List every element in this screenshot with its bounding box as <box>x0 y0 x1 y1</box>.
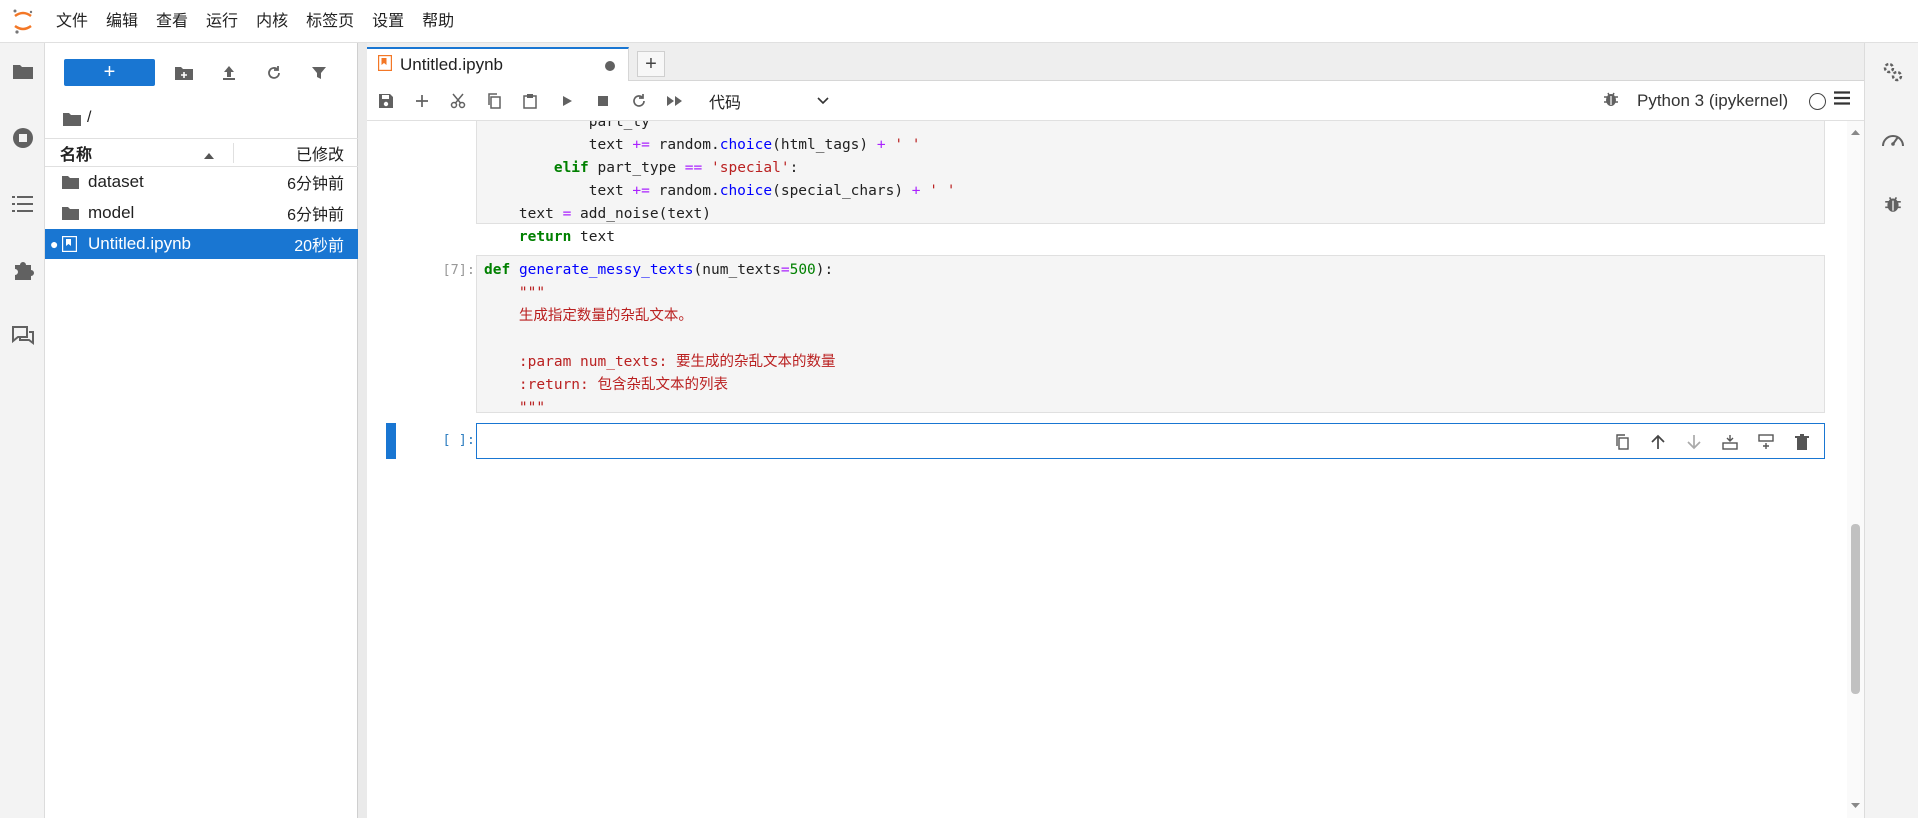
unsaved-dot-icon[interactable] <box>605 61 615 71</box>
menu-settings[interactable]: 设置 <box>363 0 413 43</box>
file-browser: + / 名称 已修改 dataset 6分钟前 model 6分钟前 <box>45 43 358 818</box>
active-cell-marker <box>386 423 396 459</box>
insert-cell-icon[interactable] <box>410 89 434 113</box>
file-modified: 20秒前 <box>294 232 344 256</box>
property-inspector-gears-icon[interactable] <box>1880 59 1906 85</box>
cell-toolbar <box>1610 430 1814 454</box>
code-cell[interactable]: def generate_messy_texts(num_texts=500):… <box>476 255 1825 413</box>
code-editor[interactable]: part_ty text += random.choice(html_tags)… <box>477 121 1824 249</box>
breadcrumb[interactable]: / <box>63 103 91 133</box>
file-browser-toolbar: + <box>45 43 358 103</box>
running-dot-icon: ● <box>50 236 58 252</box>
cell-prompt: [7]: <box>423 262 475 278</box>
active-code-cell[interactable] <box>476 423 1825 459</box>
code-cell[interactable]: part_ty text += random.choice(html_tags)… <box>476 121 1825 224</box>
main-area: Untitled.ipynb + <box>367 43 1864 818</box>
add-tab-label: + <box>645 53 657 76</box>
file-modified: 6分钟前 <box>287 201 344 225</box>
menu-edit[interactable]: 编辑 <box>97 0 147 43</box>
menu-view[interactable]: 查看 <box>147 0 197 43</box>
cell-type-value: 代码 <box>709 89 741 113</box>
table-of-contents-icon[interactable] <box>10 191 36 217</box>
jupyter-logo-icon[interactable] <box>0 0 46 43</box>
new-folder-icon[interactable] <box>171 59 197 86</box>
stop-icon[interactable] <box>591 89 615 113</box>
run-icon[interactable] <box>555 89 579 113</box>
menu-tabs[interactable]: 标签页 <box>297 0 363 43</box>
save-icon[interactable] <box>374 89 398 113</box>
delete-cell-icon[interactable] <box>1790 430 1814 454</box>
menu-help[interactable]: 帮助 <box>413 0 463 43</box>
file-name: Untitled.ipynb <box>88 234 191 254</box>
code-editor[interactable]: def generate_messy_texts(num_texts=500):… <box>477 259 1824 443</box>
extension-puzzle-icon[interactable] <box>10 257 36 283</box>
scrollbar-thumb[interactable] <box>1851 524 1860 694</box>
kernel-status-icon[interactable] <box>1809 93 1826 110</box>
notebook-content: part_ty text += random.choice(html_tags)… <box>367 121 1864 818</box>
scroll-down-icon[interactable] <box>1847 800 1864 812</box>
menu-kernel[interactable]: 内核 <box>247 0 297 43</box>
running-stop-icon[interactable] <box>10 125 36 151</box>
sort-ascending-icon[interactable] <box>203 147 215 165</box>
file-row-dataset[interactable]: dataset 6分钟前 <box>45 167 358 197</box>
file-modified: 6分钟前 <box>287 170 344 194</box>
menu-file[interactable]: 文件 <box>46 0 97 43</box>
file-name: dataset <box>88 172 144 192</box>
folder-icon <box>62 174 79 194</box>
menu-bar: 文件 编辑 查看 运行 内核 标签页 设置 帮助 <box>0 0 1918 43</box>
column-modified-header[interactable]: 已修改 <box>296 141 344 165</box>
move-up-icon[interactable] <box>1646 430 1670 454</box>
notebook-toolbar: 代码 Python 3 (ipykernel) <box>367 81 1864 121</box>
tab-bar: Untitled.ipynb + <box>367 43 1864 81</box>
breadcrumb-path[interactable]: / <box>87 109 91 127</box>
tab-untitled-ipynb[interactable]: Untitled.ipynb <box>367 47 629 81</box>
column-name-header[interactable]: 名称 <box>60 141 92 165</box>
notebook-icon <box>378 55 392 76</box>
file-row-untitled-ipynb[interactable]: ● Untitled.ipynb 20秒前 <box>45 229 358 259</box>
add-tab-button[interactable]: + <box>637 51 665 77</box>
breadcrumb-folder-icon <box>63 111 81 126</box>
hamburger-menu-icon[interactable] <box>1834 91 1850 110</box>
notebook-icon <box>62 236 77 257</box>
chat-icon[interactable] <box>10 323 36 349</box>
tab-title: Untitled.ipynb <box>400 55 503 75</box>
debugger-bug-icon[interactable] <box>1880 191 1906 217</box>
restart-icon[interactable] <box>627 89 651 113</box>
folder-icon[interactable] <box>10 58 36 84</box>
insert-above-icon[interactable] <box>1718 430 1742 454</box>
file-list-header: 名称 已修改 <box>45 138 358 167</box>
file-row-model[interactable]: model 6分钟前 <box>45 198 358 228</box>
filter-icon[interactable] <box>306 59 332 86</box>
paste-icon[interactable] <box>518 89 542 113</box>
resource-gauge-icon[interactable] <box>1880 126 1906 152</box>
kernel-name[interactable]: Python 3 (ipykernel) <box>1637 89 1788 113</box>
cut-icon[interactable] <box>446 89 470 113</box>
notebook-scrollbar[interactable] <box>1847 121 1864 818</box>
right-sidebar <box>1864 43 1918 818</box>
move-down-icon[interactable] <box>1682 430 1706 454</box>
refresh-icon[interactable] <box>261 59 287 86</box>
new-launcher-label: + <box>104 61 116 84</box>
column-divider[interactable] <box>233 143 234 163</box>
cell-type-select[interactable]: 代码 <box>709 89 829 113</box>
cell-prompt: [ ]: <box>423 432 475 448</box>
folder-icon <box>62 205 79 225</box>
copy-icon[interactable] <box>482 89 506 113</box>
fast-forward-icon[interactable] <box>663 89 687 113</box>
left-activity-bar <box>0 43 45 818</box>
debugger-bug-icon[interactable] <box>1603 90 1619 113</box>
scroll-up-icon[interactable] <box>1847 127 1864 139</box>
new-launcher-button[interactable]: + <box>64 59 155 86</box>
upload-icon[interactable] <box>216 59 242 86</box>
file-name: model <box>88 203 134 223</box>
insert-below-icon[interactable] <box>1754 430 1778 454</box>
chevron-down-icon <box>817 97 829 105</box>
duplicate-cell-icon[interactable] <box>1610 430 1634 454</box>
panel-splitter[interactable] <box>358 43 367 818</box>
menu-run[interactable]: 运行 <box>197 0 247 43</box>
